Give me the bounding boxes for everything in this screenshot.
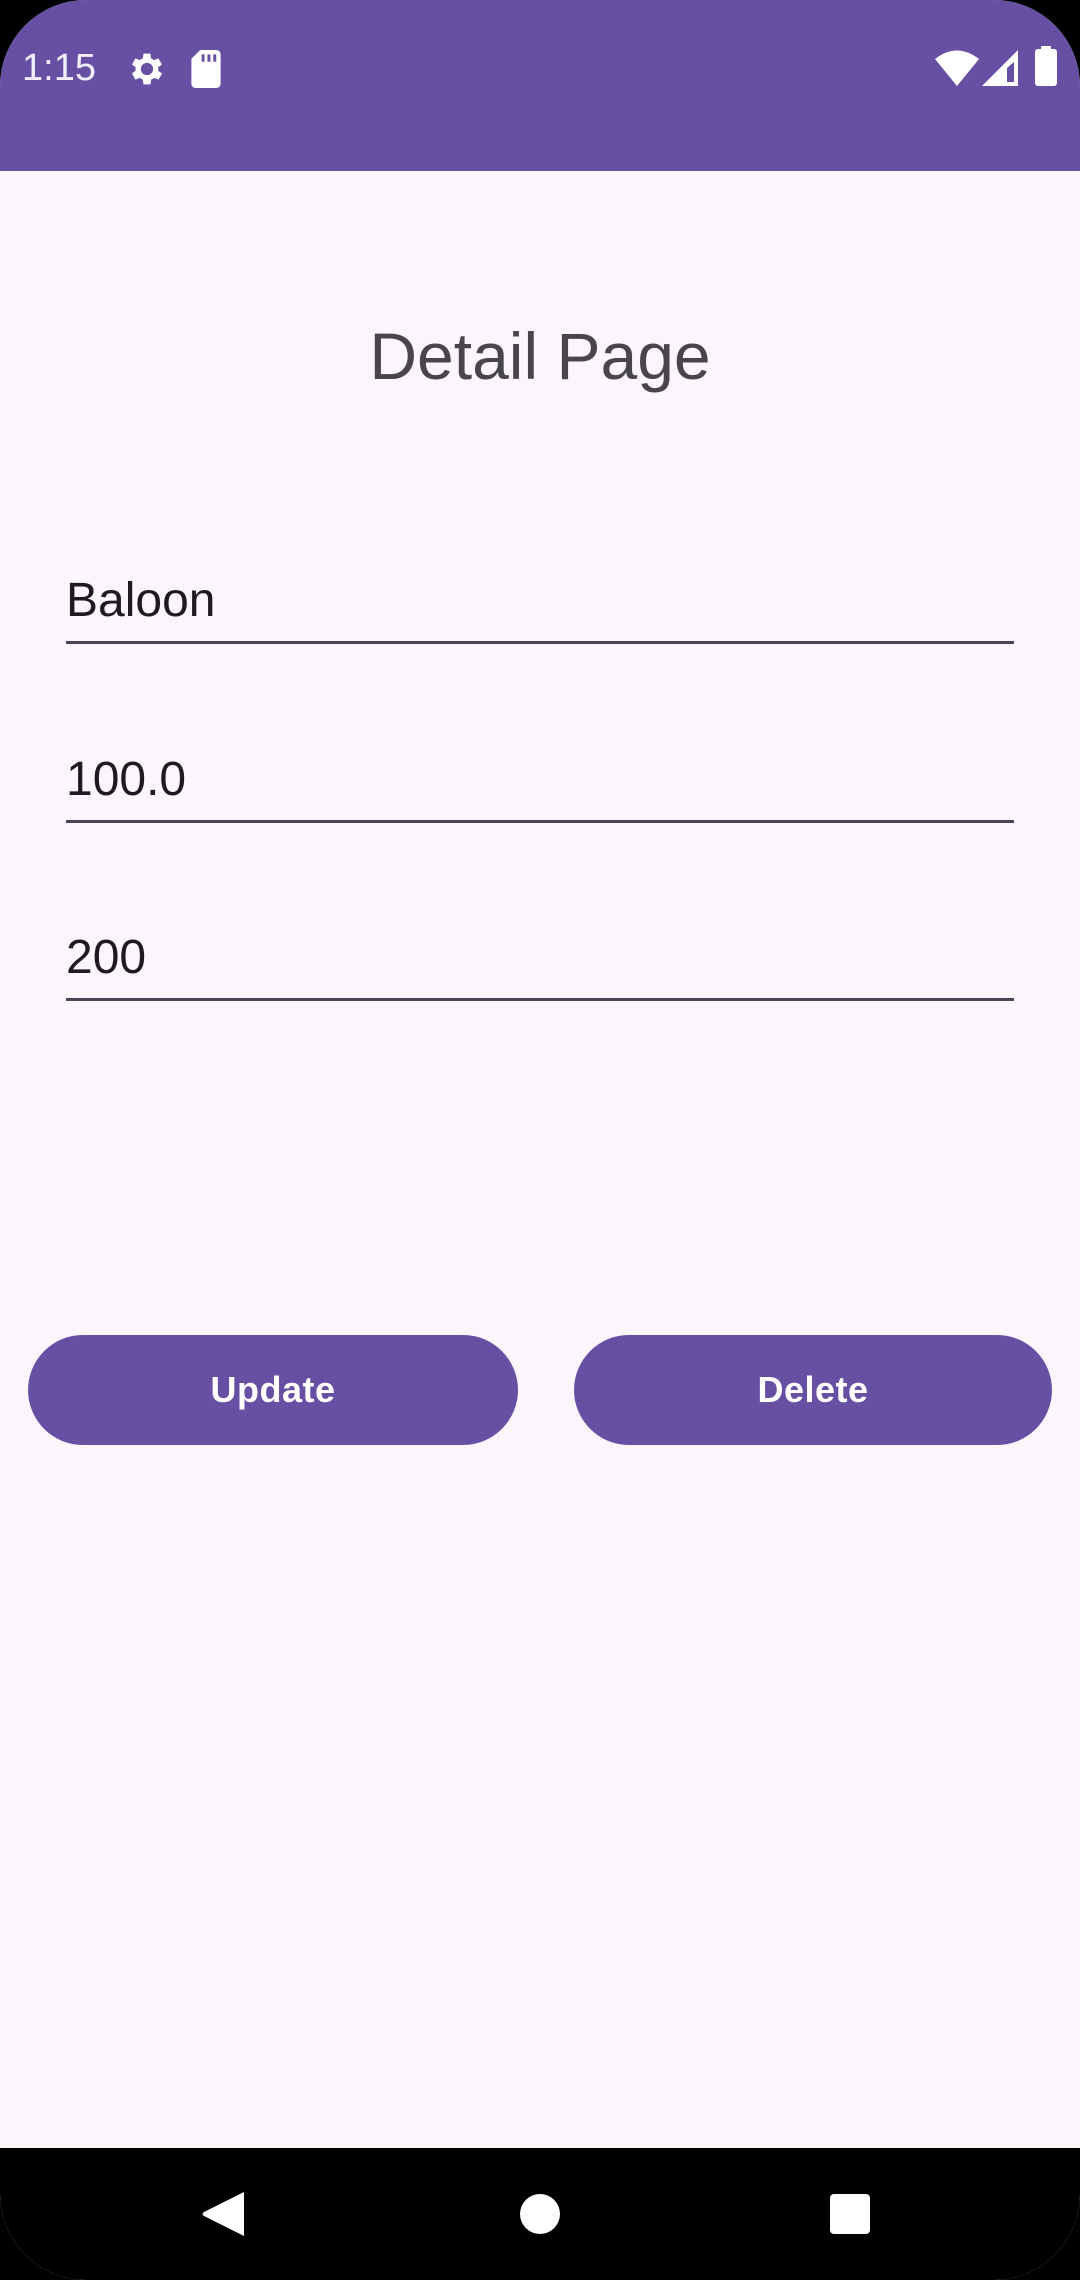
wifi-icon [935, 50, 979, 86]
sd-card-icon [191, 50, 221, 88]
price-field[interactable] [66, 738, 1014, 823]
back-icon[interactable] [200, 2190, 248, 2238]
update-button[interactable]: Update [28, 1335, 518, 1445]
app-screen: 1:15 Detail Page Update Del [0, 0, 1080, 2280]
status-time: 1:15 [22, 47, 96, 89]
page-title: Detail Page [369, 319, 711, 393]
price-input[interactable] [66, 738, 1014, 820]
home-icon[interactable] [518, 2192, 562, 2236]
recents-icon[interactable] [828, 2192, 872, 2236]
gear-icon [131, 53, 163, 85]
battery-icon [1035, 46, 1057, 86]
navigation-bar [0, 2148, 1080, 2280]
quantity-input[interactable] [66, 916, 1014, 998]
status-bar: 1:15 [0, 0, 1080, 171]
name-input[interactable] [66, 559, 1014, 641]
name-field[interactable] [66, 559, 1014, 644]
signal-icon [982, 50, 1018, 86]
delete-button[interactable]: Delete [574, 1335, 1052, 1445]
quantity-field[interactable] [66, 916, 1014, 1001]
